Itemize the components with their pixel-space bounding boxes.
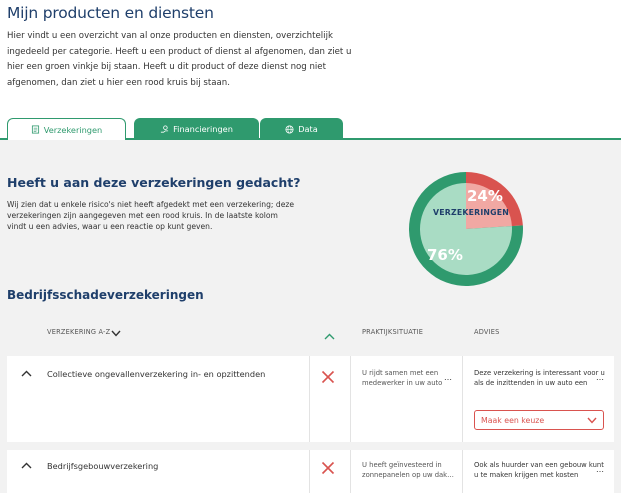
chevron-up-icon[interactable] [21,370,32,377]
row-advies: Ook als huurder van een gebouw kunt u te… [474,461,604,479]
section-text: Wij zien dat u enkele risico's niet heef… [7,200,295,231]
row-name: Collectieve ongevallenverzekering in- en… [47,369,266,379]
globe-icon [285,124,294,134]
column-header-name[interactable]: VERZEKERING A-Z [47,328,110,336]
pct-label-green: 76% [427,246,463,264]
more-indicator: … [444,373,452,382]
intro-text: Hier vindt u een overzicht van al onze p… [7,31,352,88]
group-title: Bedrijfsschadeverzekeringen [7,288,204,302]
column-header-advies: ADVIES [474,328,500,336]
chevron-up-icon[interactable] [21,462,32,469]
red-cross-icon [321,370,335,384]
coverage-donut-chart [409,172,523,286]
red-cross-icon [321,461,335,475]
tab-verzekeringen[interactable]: Verzekeringen [7,118,126,140]
choice-dropdown[interactable]: Maak een keuze [474,410,604,430]
more-indicator: … [596,373,604,382]
chevron-down-icon [587,417,597,424]
table-row: Collectieve ongevallenverzekering in- en… [7,356,614,442]
choice-dropdown-label: Maak een keuze [481,415,545,425]
tab-verzekeringen-label: Verzekeringen [43,124,103,135]
active-tab-gap [8,138,125,140]
page-title: Mijn producten en diensten [7,4,214,22]
document-icon [31,125,39,134]
pct-label-red: 24% [467,187,503,205]
row-praktijk: U heeft geïnvesteerd in zonnepanelen op … [362,461,454,479]
row-advies: Deze verzekering is interessant voor u a… [474,369,605,387]
money-hand-icon [160,124,169,133]
tab-financieringen-label: Financieringen [173,124,233,134]
more-indicator: … [596,465,604,474]
tab-data[interactable]: Data [260,118,343,140]
chevron-down-icon[interactable] [111,330,121,337]
row-name: Bedrijfsgebouwverzekering [47,461,159,471]
tab-data-label: Data [298,124,318,134]
row-praktijk: U rijdt samen met een medewerker in uw a… [362,369,443,387]
tab-financieringen[interactable]: Financieringen [134,118,259,140]
chevron-up-icon[interactable] [324,333,335,340]
table-row: Bedrijfsgebouwverzekering U heeft geïnve… [7,450,614,493]
section-title: Heeft u aan deze verzekeringen gedacht? [7,175,301,190]
column-header-praktijk: PRAKTIJKSITUATIE [362,328,424,336]
chart-title: VERZEKERINGEN [433,208,509,217]
